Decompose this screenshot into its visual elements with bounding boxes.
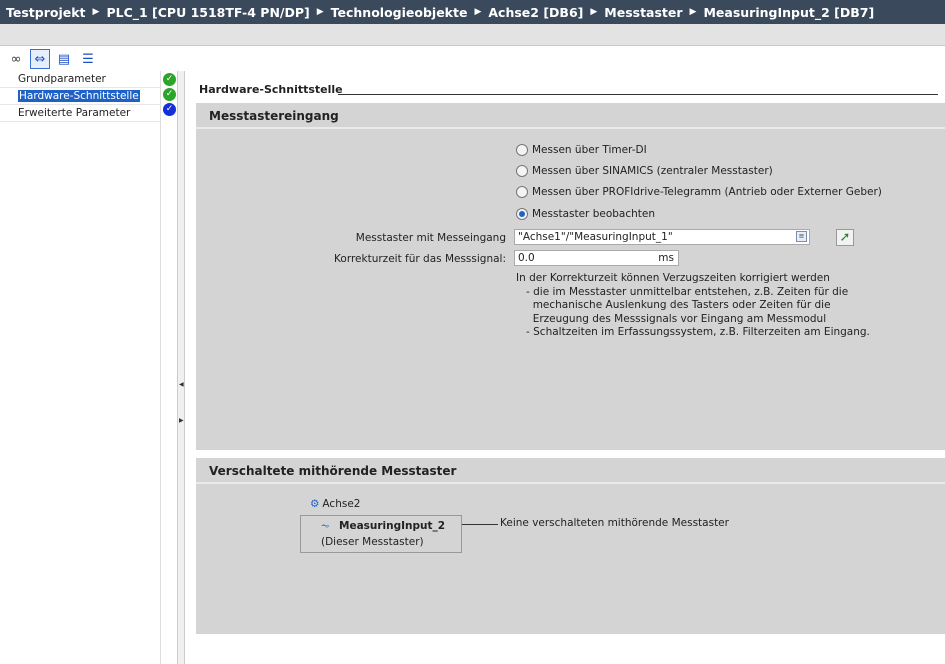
measuring-input-icon: ⏦ [321,520,330,532]
radio-button[interactable] [516,165,528,177]
nav-label: Erweiterte Parameter [18,107,131,119]
connector-line [462,524,498,525]
page-title: Hardware-Schnittstelle [199,83,343,96]
check-ok-icon: ✓ [163,103,176,116]
breadcrumb-item[interactable]: Messtaster [604,5,682,20]
no-connections-text: Keine verschalteten mithörende Messtaste… [500,517,729,529]
node-subtitle: (Dieser Messtaster) [321,536,424,548]
input-value: "Achse1"/"MeasuringInput_1" [518,231,673,243]
parameter-view-icon[interactable]: ▤ [54,49,74,69]
breadcrumb: Testprojekt ▶ PLC_1 [CPU 1518TF-4 PN/DP] ▶… [0,0,945,24]
korrekturzeit-input[interactable]: 0.0 ms [514,250,679,266]
measuring-input-node[interactable]: ⏦ MeasuringInput_2 (Dieser Messtaster) [300,515,462,553]
check-ok-icon: ✓ [163,88,176,101]
node-name: MeasuringInput_2 [339,520,446,532]
breadcrumb-item[interactable]: Achse2 [DB6] [488,5,583,20]
secondary-bar [0,24,945,46]
radio-button[interactable] [516,208,528,220]
breadcrumb-item[interactable]: Technologieobjekte [331,5,468,20]
splitter[interactable]: ◀ ▶ [177,71,185,664]
breadcrumb-item[interactable]: PLC_1 [CPU 1518TF-4 PN/DP] [106,5,309,20]
input-label: Messtaster mit Messeingang [355,232,506,244]
input-value: 0.0 [518,252,535,264]
section-messtastereingang: Messtastereingang Messen über Timer-DI M… [196,103,945,450]
axis-node[interactable]: ⚙ Achse2 [310,498,360,510]
section-title: Verschaltete mithörende Messtaster [196,458,945,484]
radio-label: Messen über SINAMICS (zentraler Messtast… [532,165,773,177]
messeingang-input[interactable]: "Achse1"/"MeasuringInput_1" ≡ [514,229,810,245]
korr-label: Korrekturzeit für das Messsignal: [334,253,506,265]
radio-timer-di[interactable]: Messen über Timer-DI [516,144,647,156]
tree-view-icon[interactable]: ☰ [78,49,98,69]
radio-sinamics[interactable]: Messen über SINAMICS (zentraler Messtast… [516,165,773,177]
nav-label: Grundparameter [18,73,106,85]
status-column: ✓ ✓ ✓ [160,71,177,664]
check-ok-icon: ✓ [163,73,176,86]
function-view-icon[interactable]: ⇔ [30,49,50,69]
glasses-icon[interactable]: ∞ [6,49,26,69]
breadcrumb-item[interactable]: Testprojekt [6,5,86,20]
hint-text: In der Korrekturzeit können Verzugszeite… [516,272,870,338]
section-verschaltete-messtaster: Verschaltete mithörende Messtaster ⚙ Achs… [196,458,945,634]
radio-label: Messen über Timer-DI [532,144,647,156]
nav-label: Hardware-Schnittstelle [18,90,140,102]
goto-arrow-icon[interactable]: ➚ [836,229,854,246]
nav-item-hardware-schnittstelle[interactable]: Hardware-Schnittstelle [0,88,160,105]
axis-label: Achse2 [322,498,361,510]
axis-gear-icon: ⚙ [310,498,320,510]
unit-label: ms [658,252,674,264]
expand-right-icon[interactable]: ▶ [179,417,184,424]
radio-label: Messtaster beobachten [532,208,656,220]
radio-label: Messen über PROFIdrive-Telegramm (Antrie… [532,186,882,198]
radio-button[interactable] [516,186,528,198]
list-picker-icon[interactable]: ≡ [796,231,807,242]
radio-messtaster-beobachten[interactable]: Messtaster beobachten [516,208,655,220]
radio-profidrive[interactable]: Messen über PROFIdrive-Telegramm (Antrie… [516,186,882,198]
section-title: Messtastereingang [196,103,945,129]
radio-button[interactable] [516,144,528,156]
breadcrumb-item[interactable]: MeasuringInput_2 [DB7] [703,5,874,20]
sidebar-nav: Grundparameter Hardware-Schnittstelle Er… [0,71,160,664]
nav-item-erweiterte-parameter[interactable]: Erweiterte Parameter [0,105,160,122]
divider [338,94,938,95]
nav-item-grundparameter[interactable]: Grundparameter [0,71,160,88]
toolbar: ∞ ⇔ ▤ ☰ [0,47,945,71]
collapse-left-icon[interactable]: ◀ [179,381,184,388]
